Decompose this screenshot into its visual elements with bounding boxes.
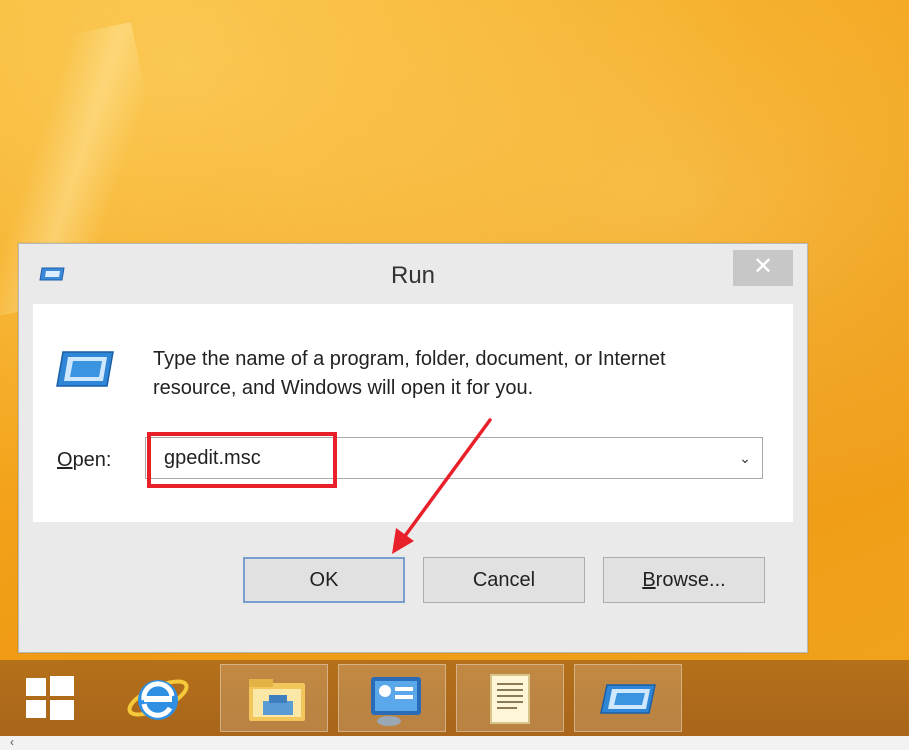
chevron-down-icon[interactable]: ⌄ (728, 438, 762, 478)
browse-label: rowse... (655, 569, 726, 591)
run-icon (53, 344, 117, 392)
taskbar-file-explorer[interactable] (220, 664, 328, 732)
content-pane: Type the name of a program, folder, docu… (33, 304, 793, 522)
taskbar-notepad[interactable] (456, 664, 564, 732)
taskbar (0, 660, 909, 736)
red-highlight-annotation (147, 432, 337, 488)
run-dialog: Run ✕ Type the name of a program, folder… (18, 243, 808, 653)
internet-explorer-icon (127, 679, 189, 720)
ok-button[interactable]: OK (243, 557, 405, 603)
open-label-accesskey: O (57, 449, 73, 471)
start-button[interactable] (0, 664, 108, 732)
instruction-text: Type the name of a program, folder, docu… (153, 345, 773, 403)
taskbar-run[interactable] (574, 664, 682, 732)
taskbar-internet-explorer[interactable] (104, 664, 212, 732)
open-label: Open: (57, 449, 112, 472)
run-dialog-icon (600, 684, 656, 714)
close-button[interactable]: ✕ (733, 250, 793, 286)
open-label-text: pen: (72, 449, 112, 471)
file-explorer-icon (249, 679, 305, 721)
bottom-scroll-strip: ‹ (0, 735, 909, 750)
control-panel-icon (371, 677, 421, 726)
window-title: Run (390, 262, 436, 289)
scroll-left-icon[interactable]: ‹ (10, 735, 14, 749)
windows-start-icon (26, 676, 74, 720)
cancel-button[interactable]: Cancel (423, 557, 585, 603)
title-bar[interactable]: Run ✕ (19, 244, 807, 304)
browse-accesskey: B (642, 569, 656, 591)
instruction-line-2: resource, and Windows will open it for y… (153, 377, 534, 399)
taskbar-control-panel[interactable] (338, 664, 446, 732)
notepad-scroll-icon (490, 674, 530, 724)
browse-button[interactable]: Browse... (603, 557, 765, 603)
instruction-line-1: Type the name of a program, folder, docu… (153, 348, 666, 370)
